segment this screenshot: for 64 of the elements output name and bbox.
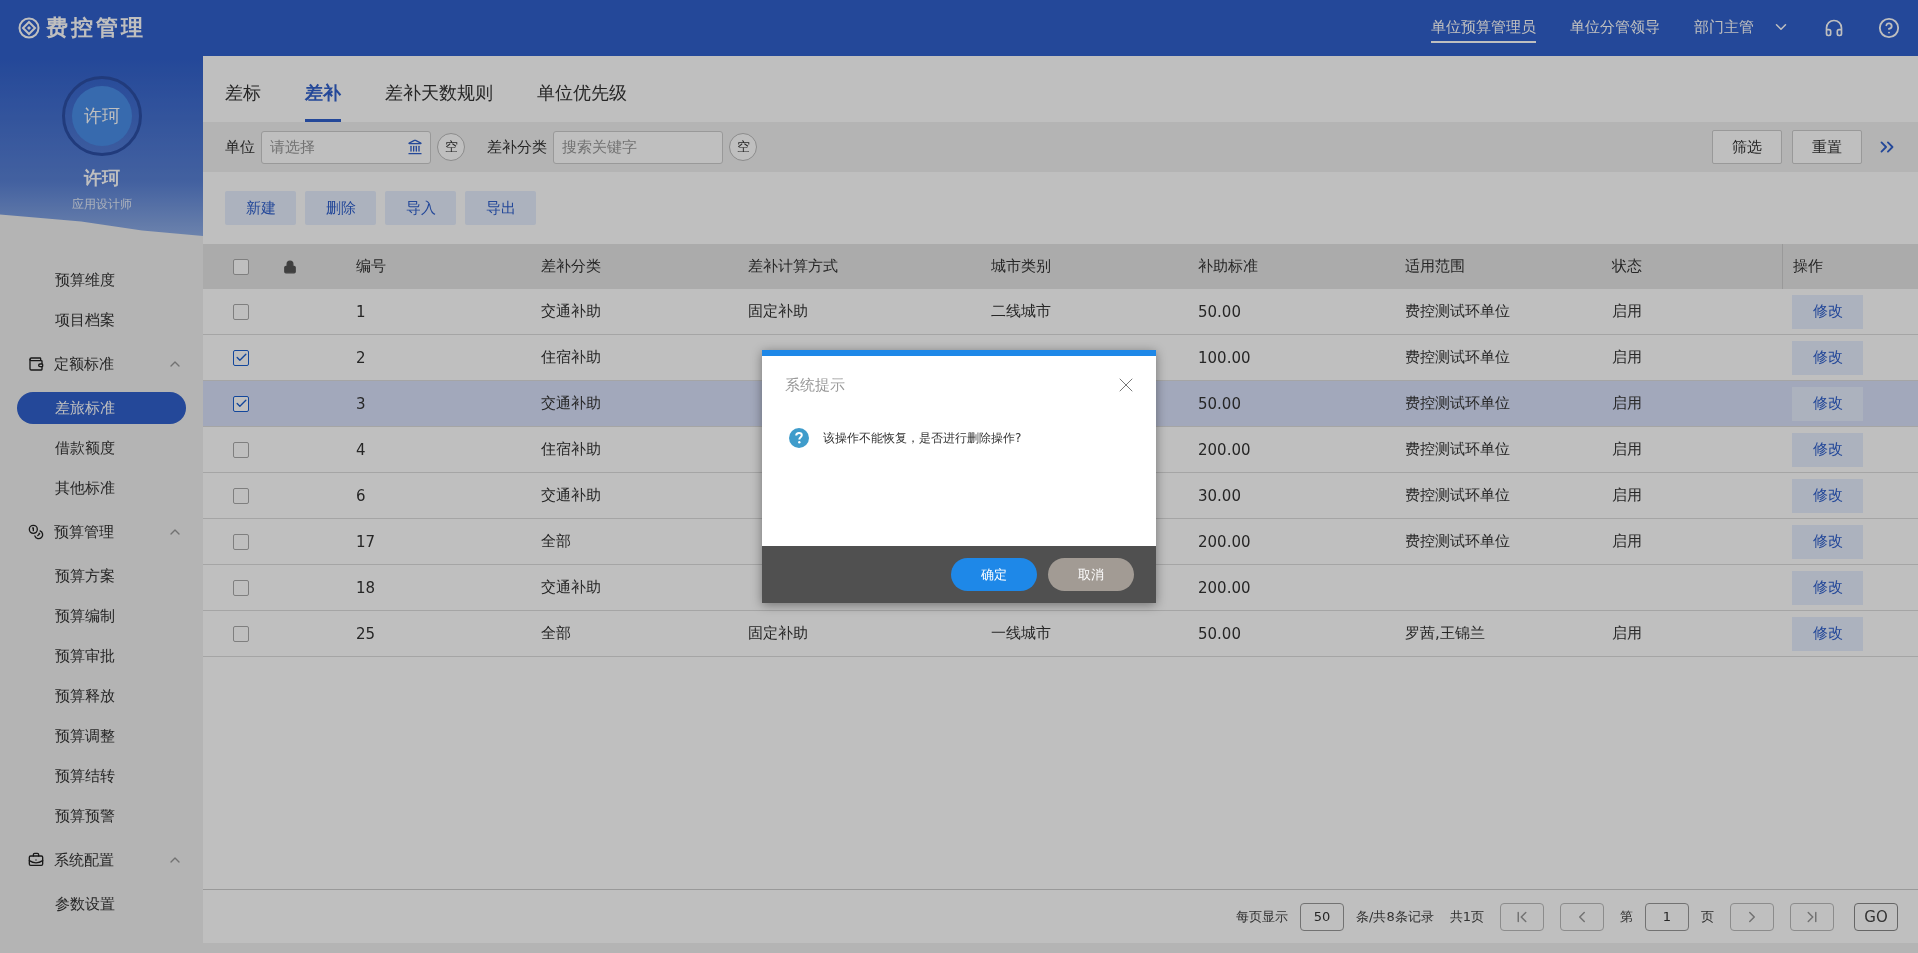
table-cell-text: 固定补助 (748, 302, 809, 321)
table-cell-text: 启用 (1612, 348, 1643, 367)
pager-label: 页 (1701, 907, 1714, 926)
column-header: 差补分类 (541, 257, 602, 276)
table-cell-text: 住宿补助 (541, 348, 602, 367)
pager-label: 第 (1620, 907, 1633, 926)
table-cell-text: 1 (356, 302, 367, 321)
column-header: 城市类别 (991, 257, 1052, 276)
table-cell-text: 50.00 (1198, 394, 1242, 413)
filter-label: 单位 (225, 137, 255, 157)
table-cell-text: 启用 (1612, 486, 1643, 505)
table-cell-text: 50.00 (1198, 624, 1242, 643)
column-header: 差补计算方式 (748, 257, 839, 276)
table-cell-text: 启用 (1612, 532, 1643, 551)
column-header: 补助标准 (1198, 257, 1259, 276)
table-cell-text: 17 (356, 532, 377, 551)
table-cell-text: 50.00 (1198, 302, 1242, 321)
table-cell-text: 18 (356, 578, 377, 597)
table-cell-text: 固定补助 (748, 624, 809, 643)
table-cell-text: 启用 (1612, 394, 1643, 413)
table-cell-text: 交通补助 (541, 394, 602, 413)
table-cell-text: 200.00 (1198, 578, 1252, 597)
table-cell-text: 二线城市 (991, 302, 1052, 321)
page-count: 共1页 (1449, 907, 1484, 926)
table-cell-text: 费控测试环单位 (1405, 440, 1511, 459)
table-cell-text: 费控测试环单位 (1405, 302, 1511, 321)
table-cell-text: 交通补助 (541, 302, 602, 321)
table-cell-text: 费控测试环单位 (1405, 348, 1511, 367)
avatar: 许珂 (71, 86, 132, 146)
table-cell-text: 3 (356, 394, 367, 413)
table-cell-text: 罗茜,王锦兰 (1405, 624, 1486, 643)
table-cell-text: 交通补助 (541, 578, 602, 597)
table-cell-text: 交通补助 (541, 486, 602, 505)
filter-label: 差补分类 (487, 137, 547, 157)
table-cell-text: 费控测试环单位 (1405, 532, 1511, 551)
table-cell-text: 启用 (1612, 440, 1643, 459)
table-cell-text: 一线城市 (991, 624, 1052, 643)
table-cell-text: 全部 (541, 624, 572, 643)
user-role: 应用设计师 (71, 196, 132, 213)
table-cell-text: 全部 (541, 532, 572, 551)
record-count: 条/共8条记录 (1356, 907, 1434, 926)
menu-group-label: 系统配置 (54, 850, 115, 870)
table-cell-text: 费控测试环单位 (1405, 394, 1511, 413)
table-cell-text: 费控测试环单位 (1405, 486, 1511, 505)
table-cell-text: 200.00 (1198, 440, 1252, 459)
table-cell-text: 100.00 (1198, 348, 1252, 367)
column-header: 编号 (356, 257, 387, 276)
pager-label: 每页显示 (1236, 907, 1289, 926)
menu-group-label: 预算管理 (54, 522, 115, 542)
table-cell-text: 30.00 (1198, 486, 1242, 505)
menu-group-label: 定额标准 (54, 354, 115, 374)
table-cell-text: 启用 (1612, 302, 1643, 321)
column-header: 状态 (1612, 257, 1643, 276)
dialog-message: 该操作不能恢复，是否进行删除操作? (823, 430, 1022, 447)
table-cell-text: 住宿补助 (541, 440, 602, 459)
column-header: 适用范围 (1405, 257, 1466, 276)
user-name: 许珂 (83, 166, 120, 190)
table-cell-text: 4 (356, 440, 367, 459)
table-cell-text: 25 (356, 624, 377, 643)
app-title: 费控管理 (46, 14, 146, 42)
table-cell-text: 6 (356, 486, 367, 505)
table-cell-text: 2 (356, 348, 367, 367)
table-cell-text: 启用 (1612, 624, 1643, 643)
table-cell-text: 200.00 (1198, 532, 1252, 551)
